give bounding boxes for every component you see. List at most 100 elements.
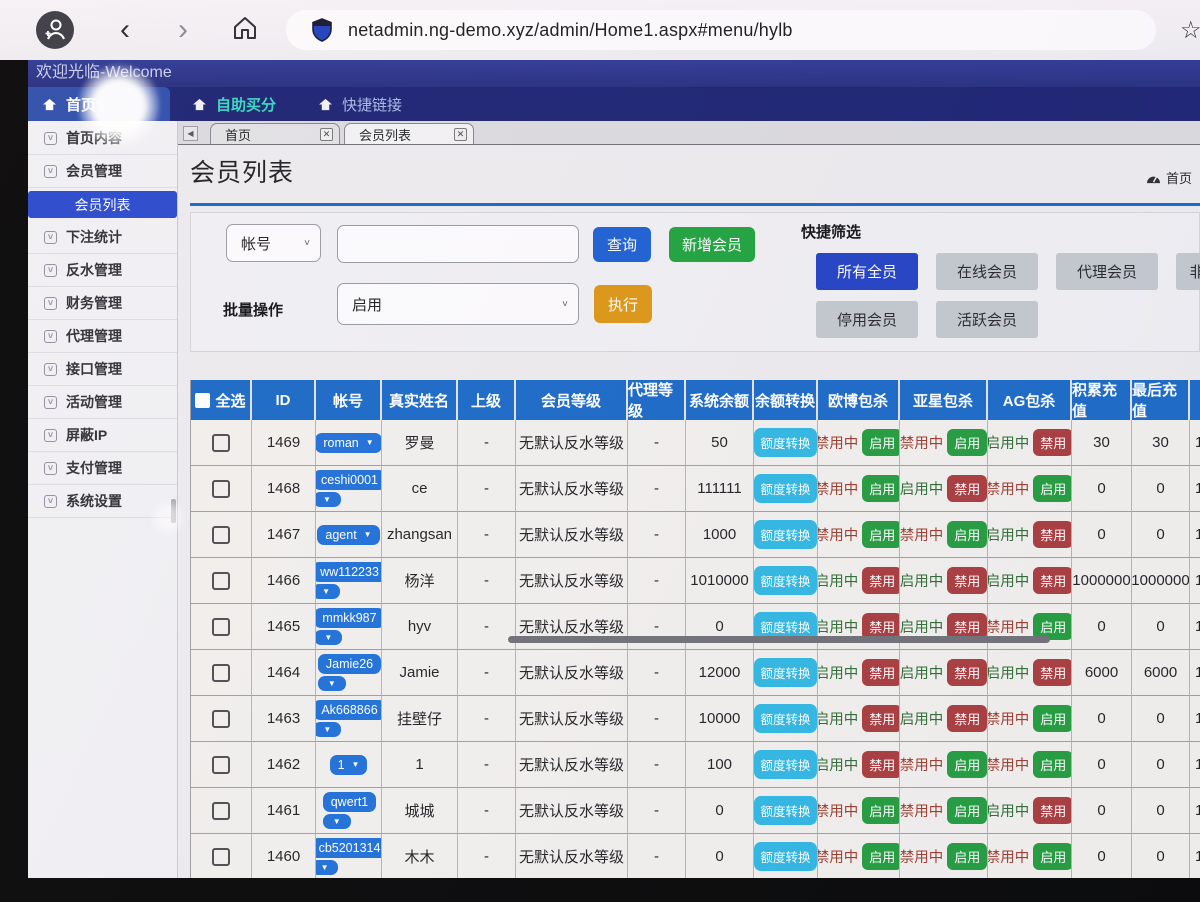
sidebar-item[interactable]: ˅反水管理 — [28, 254, 177, 287]
nav-tab-self-buy[interactable]: 自助买分 — [178, 87, 290, 121]
quick-filter-button[interactable]: 在线会员 — [936, 253, 1038, 290]
row-checkbox[interactable] — [212, 572, 230, 590]
yx-toggle-button[interactable]: 启用 — [947, 843, 987, 870]
row-checkbox[interactable] — [212, 848, 230, 866]
yx-toggle-button[interactable]: 启用 — [947, 521, 987, 548]
quick-filter-button[interactable]: 所有全员 — [816, 253, 918, 290]
account-pill[interactable]: Ak668866 — [316, 700, 382, 720]
sidebar-item[interactable]: ˅接口管理 — [28, 353, 177, 386]
oubo-toggle-button[interactable]: 启用 — [862, 475, 900, 502]
quick-filter-button[interactable]: 代理会员 — [1056, 253, 1158, 290]
sidebar-item[interactable]: ˅会员管理 — [28, 155, 177, 188]
account-dropdown-caret[interactable]: ▼ — [323, 814, 351, 829]
oubo-toggle-button[interactable]: 启用 — [862, 521, 900, 548]
row-checkbox[interactable] — [212, 526, 230, 544]
oubo-toggle-button[interactable]: 禁用 — [862, 659, 900, 686]
account-pill[interactable]: 1▼ — [330, 755, 368, 775]
search-input[interactable] — [337, 225, 579, 263]
quick-filter-button[interactable]: 非代理会员 — [1176, 253, 1200, 290]
document-tab[interactable]: 会员列表✕ — [344, 123, 474, 144]
account-pill[interactable]: agent▼ — [317, 525, 379, 545]
breadcrumb[interactable]: 首页 — [1146, 168, 1192, 187]
query-button[interactable]: 查询 — [593, 227, 651, 262]
close-tab-icon[interactable]: ✕ — [454, 128, 467, 141]
account-pill[interactable]: cb5201314 — [316, 838, 382, 858]
yx-toggle-button[interactable]: 禁用 — [947, 659, 987, 686]
row-checkbox[interactable] — [212, 756, 230, 774]
sidebar-item-active[interactable]: 会员列表 — [28, 191, 177, 218]
sidebar-item[interactable]: ˅首页内容 — [28, 122, 177, 155]
account-dropdown-caret[interactable]: ▼ — [366, 438, 374, 447]
quick-filter-button[interactable]: 活跃会员 — [936, 301, 1038, 338]
close-tab-icon[interactable]: ✕ — [320, 128, 333, 141]
account-pill[interactable]: qwert1 — [323, 792, 377, 812]
execute-button[interactable]: 执行 — [594, 285, 652, 323]
sidebar-item[interactable]: ˅代理管理 — [28, 320, 177, 353]
oubo-toggle-button[interactable]: 启用 — [862, 843, 900, 870]
sidebar-scrollbar[interactable] — [171, 499, 176, 523]
sidebar-item[interactable]: ˅支付管理 — [28, 452, 177, 485]
oubo-toggle-button[interactable]: 禁用 — [862, 567, 900, 594]
nav-tab-home[interactable]: 首页 — [28, 87, 170, 121]
ag-toggle-button[interactable]: 启用 — [1033, 705, 1072, 732]
transfer-quota-button[interactable]: 额度转换 — [754, 428, 816, 457]
yx-toggle-button[interactable]: 启用 — [947, 797, 987, 824]
browser-home-button[interactable] — [232, 15, 258, 46]
account-dropdown-caret[interactable]: ▼ — [316, 630, 342, 645]
sidebar-item[interactable]: ˅活动管理 — [28, 386, 177, 419]
account-pill[interactable]: mmkk987 — [316, 608, 382, 628]
account-dropdown-caret[interactable]: ▼ — [316, 584, 340, 599]
row-checkbox[interactable] — [212, 434, 230, 452]
ag-toggle-button[interactable]: 禁用 — [1033, 797, 1072, 824]
row-checkbox[interactable] — [212, 618, 230, 636]
transfer-quota-button[interactable]: 额度转换 — [754, 520, 816, 549]
account-pill[interactable]: ceshi0001 — [316, 470, 382, 490]
document-tab[interactable]: 首页✕ — [210, 123, 340, 144]
transfer-quota-button[interactable]: 额度转换 — [754, 474, 816, 503]
bookmark-star-icon[interactable]: ☆ — [1180, 16, 1200, 45]
transfer-quota-button[interactable]: 额度转换 — [754, 704, 816, 733]
yx-toggle-button[interactable]: 禁用 — [947, 475, 987, 502]
row-checkbox[interactable] — [212, 802, 230, 820]
yx-toggle-button[interactable]: 启用 — [947, 751, 987, 778]
transfer-quota-button[interactable]: 额度转换 — [754, 566, 816, 595]
row-checkbox[interactable] — [212, 480, 230, 498]
select-all-checkbox[interactable] — [195, 393, 210, 408]
account-pill[interactable]: roman▼ — [316, 433, 382, 453]
account-dropdown-caret[interactable]: ▼ — [316, 492, 341, 507]
account-pill[interactable]: Jamie26 — [318, 654, 381, 674]
yx-toggle-button[interactable]: 禁用 — [947, 705, 987, 732]
ag-toggle-button[interactable]: 启用 — [1033, 751, 1072, 778]
address-bar[interactable]: netadmin.ng-demo.xyz/admin/Home1.aspx#me… — [286, 10, 1156, 50]
row-checkbox[interactable] — [212, 664, 230, 682]
oubo-toggle-button[interactable]: 禁用 — [862, 751, 900, 778]
row-checkbox[interactable] — [212, 710, 230, 728]
account-dropdown-caret[interactable]: ▼ — [316, 722, 341, 737]
account-pill[interactable]: ww112233 — [316, 562, 382, 582]
transfer-quota-button[interactable]: 额度转换 — [754, 842, 816, 871]
account-dropdown-caret[interactable]: ▼ — [352, 760, 360, 769]
batch-action-select[interactable]: 启用˅ — [337, 283, 579, 325]
back-button[interactable]: ‹ — [120, 15, 130, 45]
transfer-quota-button[interactable]: 额度转换 — [754, 796, 816, 825]
add-member-button[interactable]: 新增会员 — [669, 227, 755, 262]
quick-filter-button[interactable]: 停用会员 — [816, 301, 918, 338]
account-dropdown-caret[interactable]: ▼ — [318, 676, 346, 691]
oubo-toggle-button[interactable]: 启用 — [862, 429, 900, 456]
ag-toggle-button[interactable]: 禁用 — [1033, 521, 1072, 548]
account-dropdown-caret[interactable]: ▼ — [316, 860, 338, 875]
browser-profile-icon[interactable] — [36, 11, 74, 49]
account-dropdown-caret[interactable]: ▼ — [364, 530, 372, 539]
search-field-select[interactable]: 帐号˅ — [226, 224, 321, 262]
sidebar-item[interactable]: ˅下注统计 — [28, 221, 177, 254]
ag-toggle-button[interactable]: 禁用 — [1033, 567, 1072, 594]
yx-toggle-button[interactable]: 禁用 — [947, 567, 987, 594]
forward-button[interactable]: › — [178, 15, 188, 45]
transfer-quota-button[interactable]: 额度转换 — [754, 658, 816, 687]
tabstrip-scroll-left-icon[interactable]: ◀ — [183, 126, 198, 141]
nav-tab-quick-links[interactable]: 快捷链接 — [304, 87, 416, 121]
sidebar-item[interactable]: ˅财务管理 — [28, 287, 177, 320]
ag-toggle-button[interactable]: 启用 — [1033, 475, 1072, 502]
transfer-quota-button[interactable]: 额度转换 — [754, 750, 816, 779]
ag-toggle-button[interactable]: 禁用 — [1033, 429, 1072, 456]
